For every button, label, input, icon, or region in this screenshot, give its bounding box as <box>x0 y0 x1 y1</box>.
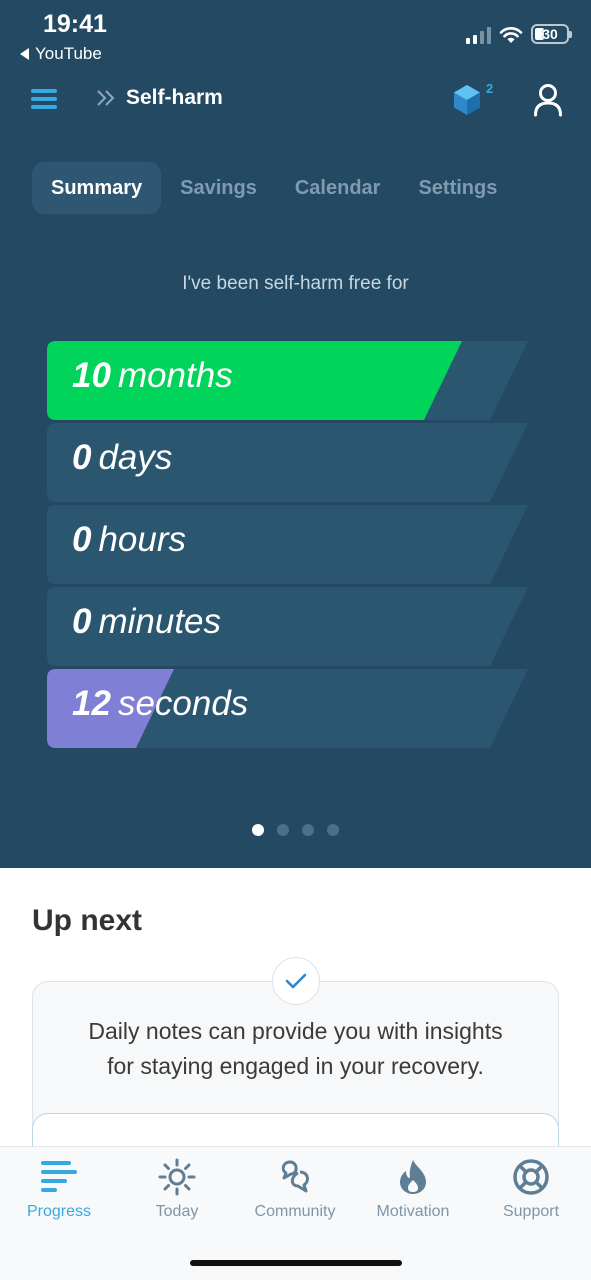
page-dot[interactable] <box>302 824 314 836</box>
timer-bar-months: 10 months <box>47 341 528 420</box>
nav-today[interactable]: Today <box>118 1155 236 1221</box>
wifi-icon <box>499 27 523 43</box>
nav-progress[interactable]: Progress <box>0 1155 118 1221</box>
home-indicator[interactable] <box>190 1260 402 1266</box>
profile-icon[interactable] <box>533 83 563 117</box>
nav-community-label: Community <box>254 1203 336 1220</box>
menu-icon[interactable] <box>31 89 57 109</box>
page-indicator[interactable] <box>0 824 591 836</box>
tab-summary[interactable]: Summary <box>32 162 162 214</box>
page-title: Self-harm <box>126 86 223 109</box>
community-icon <box>281 1160 309 1193</box>
cellular-signal-icon <box>466 26 491 44</box>
status-indicators: 30 <box>466 24 572 44</box>
back-to-app-link[interactable]: YouTube <box>20 44 102 64</box>
timer-bar-minutes: 0 minutes <box>47 587 528 666</box>
timer-months-label: 10 months <box>72 356 233 395</box>
timer-bar-seconds: 12 seconds <box>47 669 528 748</box>
nav-progress-label: Progress <box>26 1203 92 1220</box>
up-next-heading: Up next <box>32 904 143 937</box>
page-dot[interactable] <box>327 824 339 836</box>
timer-days-label: 0 days <box>72 438 173 477</box>
timer-bar-days: 0 days <box>47 423 528 502</box>
nav-today-label: Today <box>155 1203 199 1220</box>
nav-motivation-label: Motivation <box>376 1203 450 1220</box>
daily-notes-text: Daily notes can provide you with insight… <box>88 1018 503 1079</box>
tab-calendar[interactable]: Calendar <box>276 162 400 214</box>
progress-panel: 19:41 YouTube 30 Self-harm 2 Summary Sav… <box>0 0 591 868</box>
nav-motivation[interactable]: Motivation <box>354 1155 472 1221</box>
tab-settings[interactable]: Settings <box>399 162 516 214</box>
tab-savings[interactable]: Savings <box>161 162 276 214</box>
battery-level: 30 <box>542 26 558 42</box>
sun-icon <box>158 1158 196 1196</box>
lifebuoy-icon <box>513 1159 549 1195</box>
gem-icon[interactable] <box>452 84 482 116</box>
flame-icon <box>400 1160 426 1194</box>
page-dot[interactable] <box>277 824 289 836</box>
nav-support-label: Support <box>502 1203 560 1220</box>
timer-seconds-label: 12 seconds <box>72 684 249 723</box>
timer-hours-label: 0 hours <box>72 520 187 559</box>
battery-icon: 30 <box>531 24 572 44</box>
gem-count-badge: 2 <box>486 81 494 96</box>
check-icon <box>272 957 320 1005</box>
nav-support[interactable]: Support <box>472 1155 590 1221</box>
progress-icon <box>41 1161 77 1192</box>
tab-bar: Summary Savings Calendar Settings <box>32 162 516 214</box>
double-chevron-icon <box>97 90 115 106</box>
nav-community[interactable]: Community <box>236 1155 354 1221</box>
breadcrumb[interactable]: Self-harm <box>96 86 223 110</box>
timer-minutes-label: 0 minutes <box>72 602 222 641</box>
back-app-label: YouTube <box>35 44 102 63</box>
timer-bar-hours: 0 hours <box>47 505 528 584</box>
status-time: 19:41 <box>43 10 107 38</box>
back-arrow-icon <box>20 48 29 60</box>
streak-subtitle: I've been self-harm free for <box>182 273 409 294</box>
page-dot[interactable] <box>252 824 264 836</box>
